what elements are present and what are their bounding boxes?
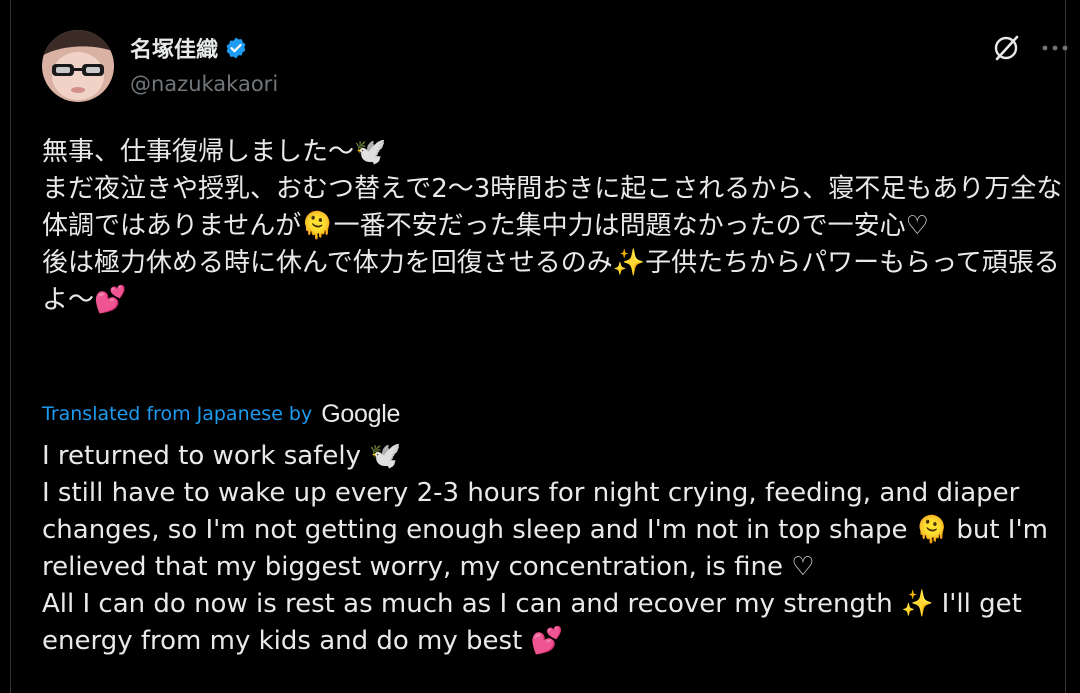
translated-from-link[interactable]: Translated from Japanese by: [42, 403, 312, 425]
verified-badge-icon[interactable]: [224, 36, 248, 60]
google-logo: Google: [321, 399, 401, 428]
post-original-text: 無事、仕事復帰しました〜🕊️ まだ夜泣きや授乳、おむつ替えで2〜3時間おきに起こ…: [42, 137, 1063, 315]
display-name[interactable]: 名塚佳織: [130, 32, 218, 64]
more-horizontal-icon: [1042, 45, 1068, 51]
post-card: 名塚佳織 @nazukakaori 無事、仕事復帰しました〜🕊️ まだ夜泣きや授…: [10, 0, 1068, 693]
grok-button[interactable]: [989, 31, 1023, 65]
post-translated-text: I returned to work safely 🕊️ I still hav…: [42, 441, 1048, 656]
author-handle[interactable]: @nazukakaori: [130, 72, 278, 96]
translation-attribution: Translated from Japanese by Google: [42, 398, 400, 430]
more-options-button[interactable]: [1037, 31, 1073, 65]
avatar-image: [42, 30, 114, 102]
grok-slash-circle-icon: [994, 35, 1019, 61]
avatar[interactable]: [42, 30, 114, 102]
author-name-row: 名塚佳織: [130, 33, 248, 63]
